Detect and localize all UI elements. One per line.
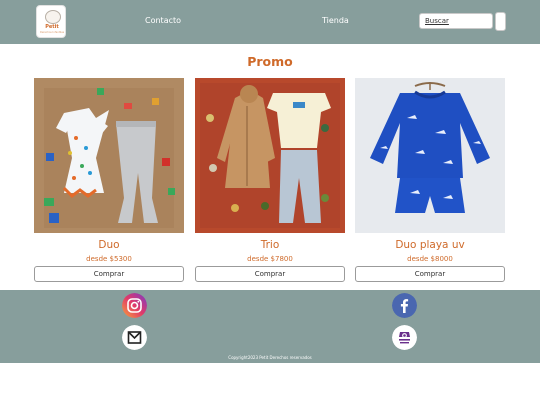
mercadoshops-icon[interactable] — [392, 325, 417, 350]
buy-button[interactable]: Comprar — [34, 266, 184, 282]
instagram-icon[interactable] — [122, 293, 147, 318]
product-price: desde $7800 — [247, 255, 293, 263]
promo-title: Promo — [247, 54, 293, 69]
product-name: Duo — [98, 239, 120, 251]
nav-link-contacto[interactable]: Contacto — [145, 16, 181, 25]
site-footer — [0, 290, 540, 363]
facebook-icon[interactable] — [392, 293, 417, 318]
teddy-bear-icon — [45, 10, 61, 24]
product-name: Duo playa uv — [395, 239, 465, 251]
search-input[interactable]: Buscar — [419, 13, 493, 29]
search-button[interactable] — [495, 12, 506, 31]
product-name: Trio — [260, 239, 280, 251]
product-image-trio[interactable] — [195, 78, 345, 233]
buy-button[interactable]: Comprar — [355, 266, 505, 282]
product-image-duo[interactable] — [34, 78, 184, 233]
search-label: Buscar — [425, 17, 449, 25]
mail-icon[interactable] — [122, 325, 147, 350]
petit-logo[interactable]: Petit Derechos Infantiles — [36, 5, 66, 38]
product-image-duo-playa-uv[interactable] — [355, 78, 505, 233]
logo-tagline: Derechos Infantiles — [39, 31, 65, 34]
site-header: Petit Derechos Infantiles Contacto Tiend… — [0, 0, 540, 44]
product-price: desde $5300 — [86, 255, 132, 263]
copyright-text: Copyright2023 Petit Derechos reservados — [228, 355, 312, 360]
logo-brand-text: Petit — [45, 24, 59, 30]
buy-button[interactable]: Comprar — [195, 266, 345, 282]
nav-link-tienda[interactable]: Tienda — [322, 16, 349, 25]
product-price: desde $8000 — [407, 255, 453, 263]
